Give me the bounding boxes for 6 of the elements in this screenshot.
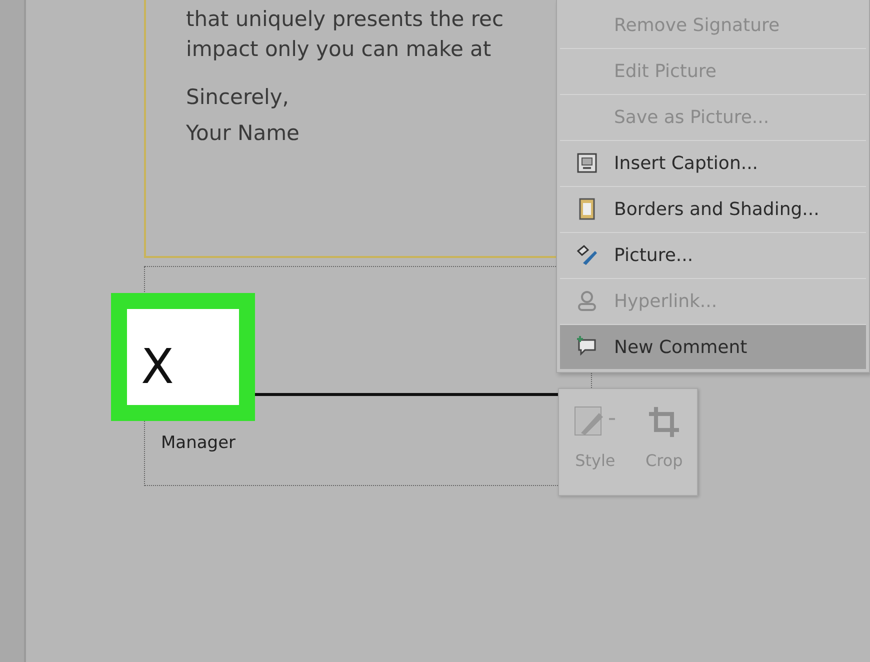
signer-title: Manager xyxy=(161,433,236,453)
letter-line: impact only you can make at xyxy=(186,36,492,63)
letter-line: that uniquely presents the rec xyxy=(186,6,504,33)
sender-name: Your Name xyxy=(186,120,300,147)
closing-text: Sincerely, xyxy=(186,84,290,111)
signature-mark: X xyxy=(141,343,174,391)
